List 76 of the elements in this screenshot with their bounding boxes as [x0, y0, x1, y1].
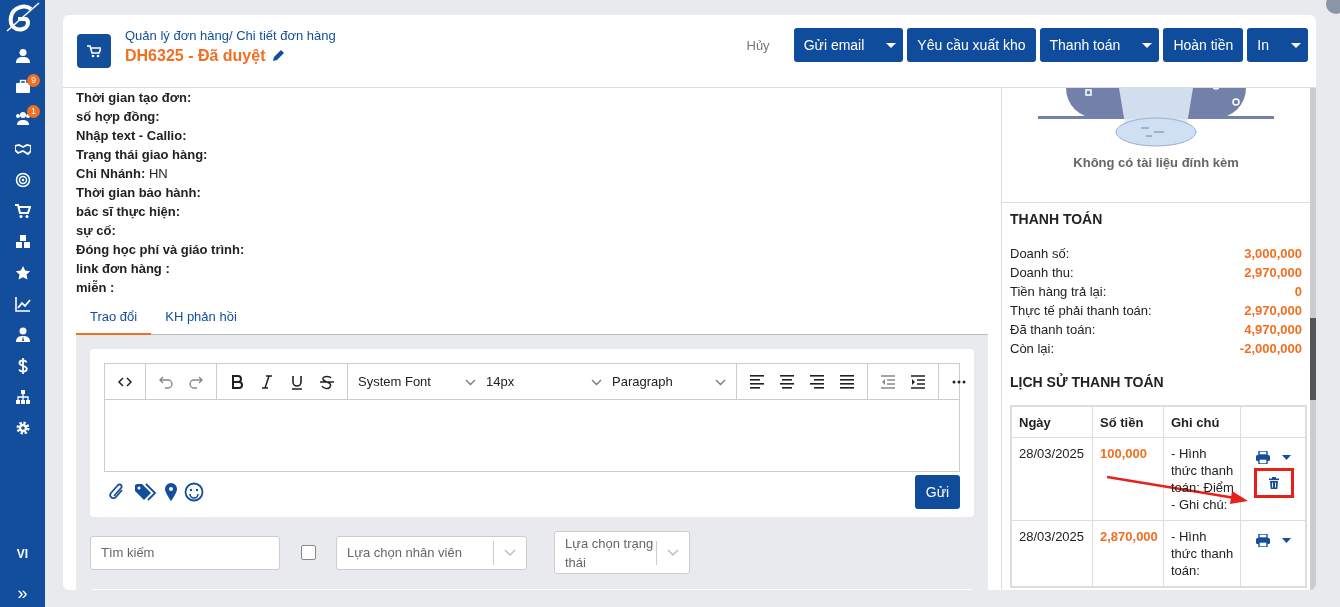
summary-label: Còn lại: [1010, 340, 1055, 358]
detail-line: Đóng học phí và giáo trình: [76, 241, 246, 259]
summary-value: 2,970,000 [1244, 302, 1302, 320]
expand-sidebar-button[interactable]: » [17, 583, 28, 603]
printer-icon[interactable] [1256, 534, 1270, 547]
action-button[interactable]: Yêu cầu xuất kho [907, 28, 1036, 62]
checkbox[interactable] [301, 545, 316, 560]
detail-line: bác sĩ thực hiện: [76, 203, 182, 221]
table-cell: 28/03/2025 [1011, 437, 1093, 521]
user-icon[interactable] [14, 47, 31, 64]
target-icon[interactable] [14, 171, 31, 188]
sitemap-icon[interactable] [14, 388, 31, 405]
empty-attachments-text: Không có tài liệu đính kèm [1073, 155, 1239, 170]
cart-icon[interactable] [14, 202, 31, 219]
users-icon[interactable] [14, 109, 31, 126]
select-field[interactable]: Lựa chọn trạng thái [554, 531, 690, 574]
detail-line: số hợp đồng: [76, 108, 161, 126]
action-button[interactable]: Hoàn tiền [1163, 28, 1244, 62]
detail-line: Thời gian tạo đơn: [76, 89, 193, 107]
note-text: - Ghi chú: [1171, 496, 1229, 513]
chart-icon[interactable] [14, 295, 31, 312]
summary-value: 2,970,000 [1244, 264, 1302, 282]
select-field[interactable]: Lựa chọn nhân viên [336, 535, 527, 570]
star-icon[interactable] [14, 264, 31, 281]
language-code: VI [16, 547, 29, 561]
dropdown-button[interactable]: Gửi email [793, 28, 904, 62]
detail-line: link đơn hàng : [76, 260, 171, 278]
dropdown-select[interactable]: 14px [481, 366, 607, 397]
person-icon[interactable] [14, 326, 31, 343]
map-pin-icon[interactable] [164, 482, 178, 502]
detail-line: sự cố: [76, 222, 117, 240]
caret-icon[interactable] [1282, 538, 1291, 543]
note-text: - Hình thức thanh toán: [1171, 528, 1234, 579]
send-button[interactable]: Gửi [915, 475, 960, 509]
summary-value: 3,000,000 [1244, 245, 1302, 263]
summary-label: Đã thanh toán: [1010, 321, 1096, 339]
summary-label: Tiền hàng trả lại: [1010, 283, 1107, 301]
trash-icon[interactable] [1268, 477, 1279, 489]
section-title: LỊCH SỬ THANH TOÁN [1010, 374, 1164, 390]
settings-icon[interactable] [14, 419, 31, 436]
summary-value: -2,000,000 [1239, 340, 1302, 358]
count-badge: 9 [27, 74, 40, 87]
detail-line: Thời gian bảo hành: [76, 184, 202, 202]
summary-value: 4,970,000 [1244, 321, 1302, 339]
detail-line: Trạng thái giao hàng: [76, 146, 209, 164]
tags-icon[interactable] [134, 482, 158, 502]
detail-line: Chi Nhánh: HN [76, 165, 169, 183]
summary-value: 0 [1294, 283, 1302, 301]
order-title: DH6325 - Đã duyệt [125, 46, 266, 65]
cancel-link[interactable]: Hủy [746, 37, 770, 53]
dropdown-select[interactable]: Paragraph [607, 366, 731, 397]
dropdown-select[interactable]: System Font [353, 366, 481, 397]
summary-label: Doanh số: [1010, 245, 1070, 263]
dropdown-button[interactable]: Thanh toán [1039, 28, 1160, 62]
column-header: Ghi chú [1163, 406, 1241, 438]
cart-icon [77, 34, 111, 68]
section-title: THANH TOÁN [1010, 211, 1103, 227]
pencil-icon[interactable] [271, 49, 285, 62]
tab[interactable]: KH phản hồi [151, 303, 251, 334]
detail-line: miễn : [76, 279, 116, 297]
detail-line: Nhập text - Callio: [76, 127, 188, 145]
search-field[interactable]: Tìm kiếm [90, 535, 280, 570]
dropdown-button[interactable]: In [1247, 28, 1308, 62]
briefcase-icon[interactable] [14, 78, 31, 95]
summary-label: Doanh thu: [1010, 264, 1074, 282]
smiley-icon[interactable] [184, 482, 204, 502]
printer-icon[interactable] [1256, 451, 1270, 464]
breadcrumb[interactable]: Quản lý đơn hàng/ Chi tiết đơn hàng [125, 27, 336, 43]
caret-icon[interactable] [1282, 455, 1291, 460]
column-header: Số tiền [1092, 406, 1164, 438]
summary-label: Thực tế phải thanh toán: [1010, 302, 1152, 320]
cubes-icon[interactable] [14, 233, 31, 250]
amount-cell: 100,000 [1092, 437, 1164, 521]
count-badge: 1 [27, 105, 40, 118]
column-header: Ngày [1011, 406, 1093, 438]
scrollbar[interactable] [1310, 88, 1316, 590]
